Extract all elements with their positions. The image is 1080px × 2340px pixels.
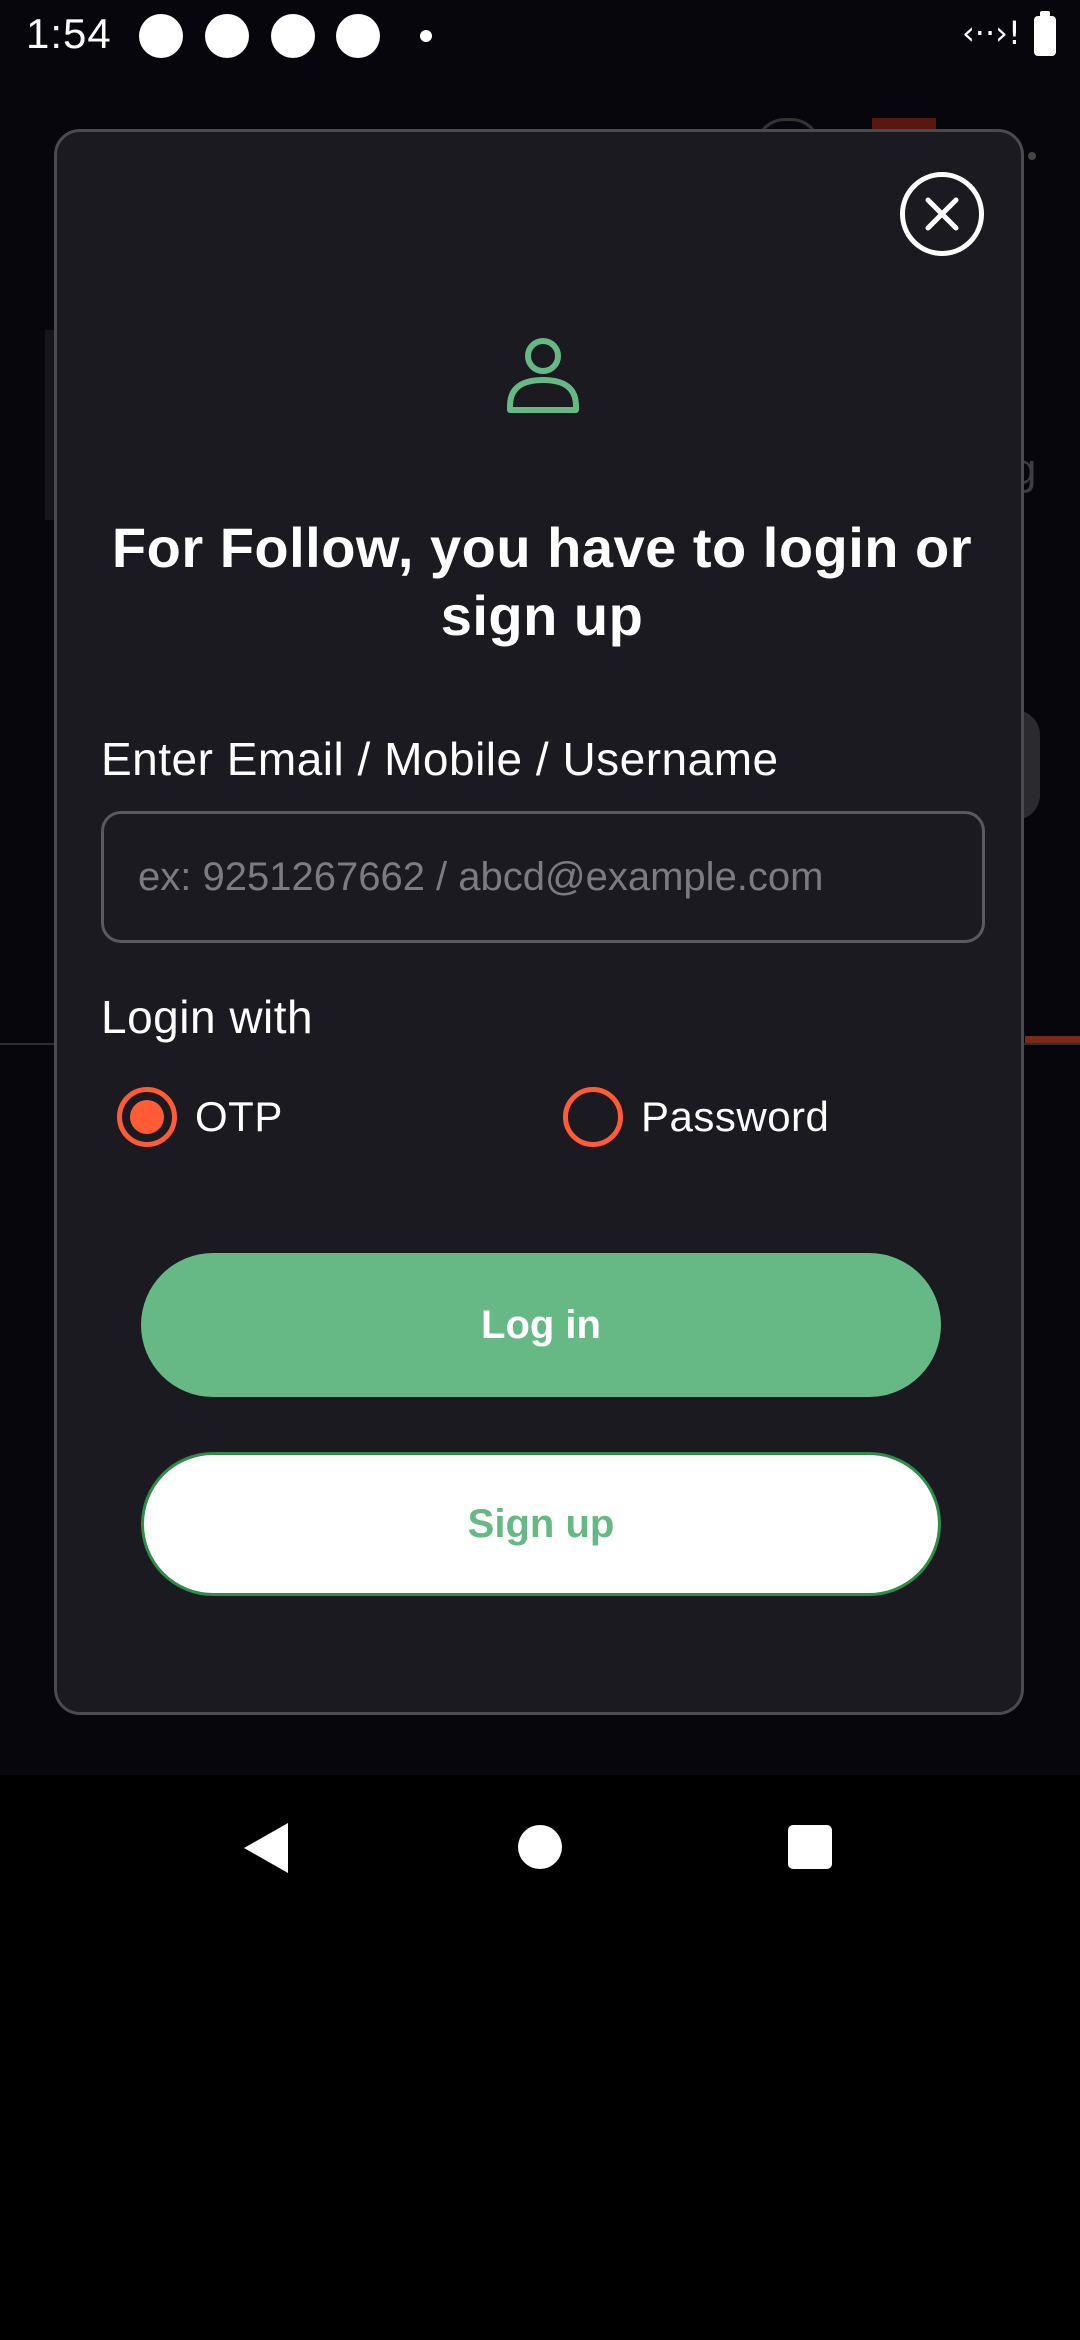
radio-otp[interactable]: OTP [117,1082,283,1152]
identifier-input[interactable] [101,811,985,943]
background-dot [1028,152,1036,160]
signup-button[interactable]: Sign up [141,1452,941,1596]
wifi-data-icon: ‹··›! [962,14,1021,52]
status-bar: 1:54 ‹··›! [0,0,1080,72]
background-tab-indicator [1025,1036,1080,1043]
recents-square-icon[interactable] [788,1825,832,1869]
back-triangle-icon[interactable] [244,1823,288,1873]
more-notifications-icon [420,30,432,42]
notification-icon [271,14,315,58]
radio-otp-label: OTP [195,1093,283,1140]
battery-icon [1034,11,1056,56]
home-circle-icon[interactable] [518,1825,562,1869]
radio-password[interactable]: Password [563,1082,829,1152]
notification-icon [205,14,249,58]
radio-unselected-icon [563,1087,623,1147]
notification-icon [336,14,380,58]
status-time: 1:54 [26,10,112,57]
close-icon [925,197,959,231]
radio-dot [130,1100,164,1134]
login-modal: For Follow, you have to login or sign up… [54,129,1024,1715]
notification-icon [139,14,183,58]
close-button[interactable] [900,172,984,256]
radio-selected-icon [117,1087,177,1147]
user-icon [507,338,579,413]
login-with-label: Login with [101,991,314,1043]
identifier-label: Enter Email / Mobile / Username [101,733,779,785]
modal-title: For Follow, you have to login or sign up [111,516,973,647]
radio-password-label: Password [641,1093,830,1140]
login-button[interactable]: Log in [141,1253,941,1397]
